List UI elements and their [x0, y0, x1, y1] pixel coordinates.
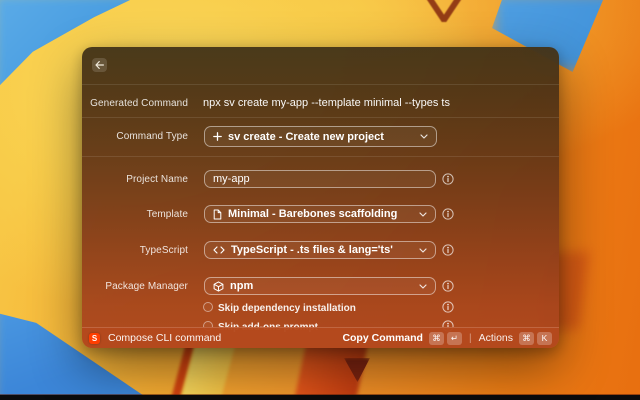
generated-command-label: Generated Command — [82, 98, 188, 109]
command-type-label: Command Type — [82, 131, 188, 142]
project-name-input[interactable]: my-app — [204, 170, 436, 188]
info-icon[interactable] — [442, 208, 454, 220]
skip-dependency-checkbox[interactable] — [203, 302, 213, 312]
command-type-select[interactable]: sv create - Create new project — [204, 126, 437, 147]
cmd-key-badge: ⌘ — [519, 332, 534, 345]
info-icon[interactable] — [442, 244, 454, 256]
info-icon[interactable] — [442, 173, 454, 185]
file-icon — [213, 209, 222, 220]
compose-cli-window: Generated Command npx sv create my-app -… — [82, 47, 559, 348]
copy-command-button[interactable]: Copy Command — [342, 332, 423, 344]
k-key-badge: K — [537, 332, 552, 345]
window-footer: S Compose CLI command Copy Command ⌘ ↵ |… — [82, 327, 559, 348]
info-icon[interactable] — [442, 301, 454, 313]
template-select[interactable]: Minimal - Barebones scaffolding — [204, 205, 436, 223]
template-label: Template — [82, 209, 188, 220]
typescript-label: TypeScript — [82, 245, 188, 256]
skip-dependency-label: Skip dependency installation — [218, 303, 356, 314]
typescript-value: TypeScript - .ts files & lang='ts' — [231, 244, 393, 256]
screen-bottom-bar — [0, 395, 640, 400]
project-name-label: Project Name — [82, 174, 188, 185]
svelte-logo-icon: S — [89, 333, 100, 344]
chevron-down-icon — [419, 248, 427, 253]
enter-key-badge: ↵ — [447, 332, 462, 345]
actions-button[interactable]: Actions — [479, 332, 513, 344]
chevron-down-icon — [419, 212, 427, 217]
typescript-select[interactable]: TypeScript - .ts files & lang='ts' — [204, 241, 436, 259]
package-manager-label: Package Manager — [82, 281, 188, 292]
generated-command-value: npx sv create my-app --template minimal … — [203, 97, 450, 109]
footer-separator: | — [469, 333, 472, 344]
plus-icon — [213, 132, 222, 141]
command-type-value: sv create - Create new project — [228, 131, 384, 143]
divider — [82, 156, 559, 157]
cmd-key-badge: ⌘ — [429, 332, 444, 345]
chevron-down-icon — [419, 284, 427, 289]
left-arrow-icon — [95, 61, 104, 69]
package-manager-value: npm — [230, 280, 253, 292]
package-manager-select[interactable]: npm — [204, 277, 436, 295]
divider — [82, 117, 559, 118]
template-value: Minimal - Barebones scaffolding — [228, 208, 397, 220]
info-icon[interactable] — [442, 280, 454, 292]
project-name-value: my-app — [213, 173, 250, 185]
footer-app-label: Compose CLI command — [108, 332, 221, 344]
footer-actions: Copy Command ⌘ ↵ | Actions ⌘ K — [342, 332, 552, 345]
code-icon — [213, 246, 225, 254]
divider — [82, 84, 559, 85]
package-icon — [213, 281, 224, 292]
wallpaper-dark-fold — [424, 0, 464, 22]
back-button[interactable] — [92, 58, 107, 72]
chevron-down-icon — [420, 134, 428, 139]
